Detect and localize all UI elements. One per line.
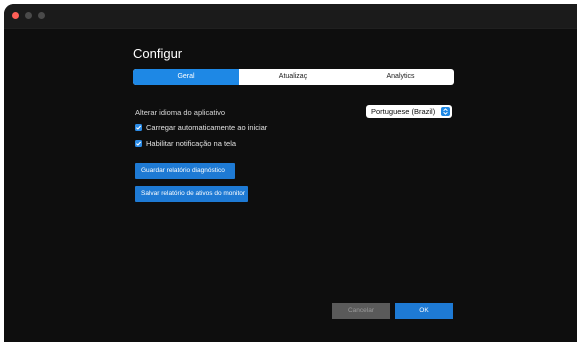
- notification-option[interactable]: Habilitar notificação na tela: [135, 139, 236, 148]
- notification-checkbox[interactable]: [135, 140, 142, 147]
- notification-label: Habilitar notificação na tela: [146, 139, 237, 148]
- language-select-value: Portuguese (Brazil): [371, 107, 436, 116]
- app-window: Configur Geral Atualizaç Analytics Alter…: [4, 4, 577, 342]
- select-arrows-icon: [441, 107, 450, 116]
- cancel-button[interactable]: Cancelar: [332, 303, 390, 319]
- settings-tabs: Geral Atualizaç Analytics: [133, 69, 454, 85]
- autostart-label: Carregar automaticamente ao iniciar: [146, 123, 268, 132]
- ok-button[interactable]: OK: [395, 303, 453, 319]
- maximize-window-icon[interactable]: [38, 12, 45, 19]
- save-diagnostic-report-button[interactable]: Guardar relatório diagnóstico: [135, 163, 235, 179]
- save-asset-report-button[interactable]: Salvar relatório de ativos do monitor: [135, 186, 248, 202]
- minimize-window-icon[interactable]: [25, 12, 32, 19]
- title-bar: [4, 4, 577, 29]
- tab-atualizacao[interactable]: Atualizaç: [239, 69, 347, 85]
- language-label: Alterar idioma do aplicativo: [135, 108, 226, 117]
- close-window-icon[interactable]: [12, 12, 19, 19]
- language-select[interactable]: Portuguese (Brazil): [366, 105, 452, 118]
- tab-analytics[interactable]: Analytics: [347, 69, 454, 85]
- autostart-checkbox[interactable]: [135, 124, 142, 131]
- autostart-option[interactable]: Carregar automaticamente ao iniciar: [135, 123, 267, 132]
- tab-geral[interactable]: Geral: [133, 69, 239, 85]
- page-title: Configur: [133, 46, 183, 61]
